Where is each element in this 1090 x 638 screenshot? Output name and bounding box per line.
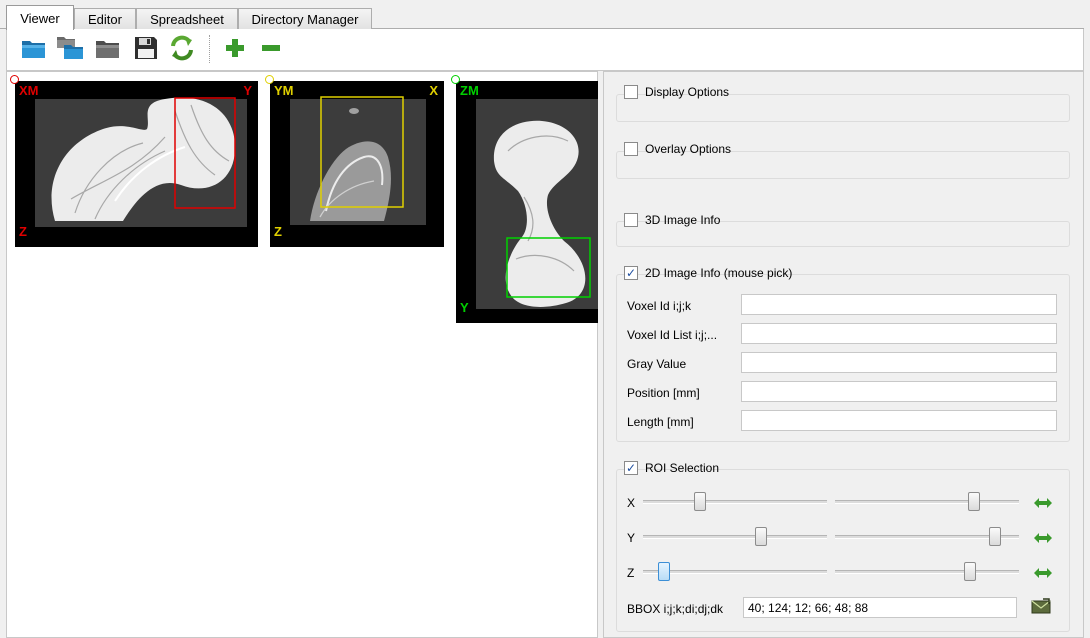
roi-z-low-track[interactable] bbox=[643, 570, 827, 574]
length-field[interactable] bbox=[741, 410, 1057, 431]
z-view-label-top-left: ZM bbox=[460, 83, 479, 98]
overlay-options-label: Overlay Options bbox=[645, 142, 732, 156]
refresh-icon bbox=[171, 35, 193, 61]
roi-x-low-track[interactable] bbox=[643, 500, 827, 504]
position-field[interactable] bbox=[741, 381, 1057, 402]
options-panel: Display Options Overlay Options 3D Image… bbox=[603, 71, 1084, 638]
roi-selection-checkbox[interactable]: ✓ bbox=[624, 461, 638, 475]
save-button[interactable] bbox=[131, 33, 161, 63]
z-slice-image bbox=[456, 81, 598, 323]
x-slice-view[interactable]: XM Y Z bbox=[15, 81, 258, 247]
tab-directory-manager[interactable]: Directory Manager bbox=[238, 8, 372, 29]
open-folders-button[interactable] bbox=[55, 33, 85, 63]
image3d-info-header[interactable]: 3D Image Info bbox=[624, 213, 720, 227]
gray-value-field[interactable] bbox=[741, 352, 1057, 373]
tab-editor[interactable]: Editor bbox=[74, 8, 136, 29]
folder-open-icon bbox=[22, 41, 45, 58]
toolbar-separator bbox=[209, 35, 210, 63]
roi-y-label: Y bbox=[627, 531, 636, 545]
display-options-label: Display Options bbox=[645, 85, 730, 99]
y-view-label-bottom-left: Z bbox=[274, 224, 282, 239]
roi-y-high-handle[interactable] bbox=[989, 527, 1001, 546]
y-slice-view[interactable]: YM X Z bbox=[270, 81, 444, 247]
roi-selection-label: ROI Selection bbox=[645, 461, 720, 475]
roi-y-low-track[interactable] bbox=[643, 535, 827, 539]
gray-value-label: Gray Value bbox=[627, 357, 687, 371]
voxel-id-list-field[interactable] bbox=[741, 323, 1057, 344]
x-view-label-top-left: XM bbox=[19, 83, 39, 98]
roi-x-label: X bbox=[627, 496, 636, 510]
roi-z-label: Z bbox=[627, 566, 635, 580]
voxel-id-field[interactable] bbox=[741, 294, 1057, 315]
image2d-info-checkbox[interactable]: ✓ bbox=[624, 266, 638, 280]
tab-spreadsheet[interactable]: Spreadsheet bbox=[136, 8, 238, 29]
bbox-label: BBOX i;j;k;di;dj;dk bbox=[627, 602, 724, 616]
roi-selection-header[interactable]: ✓ ROI Selection bbox=[624, 461, 719, 475]
roi-z-high-handle[interactable] bbox=[964, 562, 976, 581]
image3d-info-label: 3D Image Info bbox=[645, 213, 721, 227]
apply-bbox-icon[interactable] bbox=[1031, 598, 1051, 614]
z-view-corner-marker bbox=[451, 75, 460, 84]
zoom-in-button[interactable] bbox=[220, 33, 250, 63]
tab-bar: Viewer Editor Spreadsheet Directory Mana… bbox=[0, 0, 1090, 30]
x-view-label-bottom-left: Z bbox=[19, 224, 27, 239]
viewer-pane: XM Y Z YM X Z ZM Y bbox=[6, 71, 598, 638]
image2d-info-label: 2D Image Info (mouse pick) bbox=[645, 266, 793, 280]
bbox-field[interactable]: 40; 124; 12; 66; 48; 88 bbox=[743, 597, 1017, 618]
plus-icon bbox=[226, 39, 244, 57]
refresh-button[interactable] bbox=[167, 33, 197, 63]
display-options-checkbox[interactable] bbox=[624, 85, 638, 99]
roi-x-low-handle[interactable] bbox=[694, 492, 706, 511]
roi-z-link-icon[interactable] bbox=[1033, 566, 1053, 580]
roi-z-low-handle[interactable] bbox=[658, 562, 670, 581]
y-view-corner-marker bbox=[265, 75, 274, 84]
y-slice-image bbox=[270, 81, 444, 247]
folder-gray-icon bbox=[96, 41, 119, 58]
image2d-info-group: Voxel Id i;j;k Voxel Id List i;j;... Gra… bbox=[616, 274, 1070, 442]
overlay-options-checkbox[interactable] bbox=[624, 142, 638, 156]
toolbar bbox=[6, 29, 1084, 71]
voxel-id-label: Voxel Id i;j;k bbox=[627, 299, 692, 313]
app-window: Viewer Editor Spreadsheet Directory Mana… bbox=[0, 0, 1090, 638]
save-icon bbox=[135, 37, 157, 59]
roi-x-high-track[interactable] bbox=[835, 500, 1019, 504]
roi-y-low-handle[interactable] bbox=[755, 527, 767, 546]
y-view-label-top-left: YM bbox=[274, 83, 294, 98]
roi-z-high-track[interactable] bbox=[835, 570, 1019, 574]
image3d-info-checkbox[interactable] bbox=[624, 213, 638, 227]
x-view-label-top-right: Y bbox=[243, 83, 252, 98]
roi-x-link-icon[interactable] bbox=[1033, 496, 1053, 510]
minus-icon bbox=[262, 45, 280, 51]
z-slice-view[interactable]: ZM Y bbox=[456, 81, 598, 323]
open-folder-button[interactable] bbox=[19, 33, 49, 63]
zoom-out-button[interactable] bbox=[256, 33, 286, 63]
z-view-label-bottom-left: Y bbox=[460, 300, 469, 315]
close-folder-button[interactable] bbox=[93, 33, 123, 63]
roi-selection-group: X Y Z BBOX i;j;k;di;dj;dk 40; 124; 12; 6… bbox=[616, 469, 1070, 632]
x-slice-image bbox=[15, 81, 258, 247]
roi-y-link-icon[interactable] bbox=[1033, 531, 1053, 545]
length-label: Length [mm] bbox=[627, 415, 694, 429]
overlay-options-header[interactable]: Overlay Options bbox=[624, 142, 731, 156]
tab-viewer[interactable]: Viewer bbox=[6, 5, 74, 30]
image2d-info-header[interactable]: ✓ 2D Image Info (mouse pick) bbox=[624, 266, 792, 280]
x-view-corner-marker bbox=[10, 75, 19, 84]
display-options-header[interactable]: Display Options bbox=[624, 85, 729, 99]
roi-x-high-handle[interactable] bbox=[968, 492, 980, 511]
y-view-label-top-right: X bbox=[429, 83, 438, 98]
position-label: Position [mm] bbox=[627, 386, 700, 400]
voxel-id-list-label: Voxel Id List i;j;... bbox=[627, 328, 718, 342]
folder-stack-icon bbox=[57, 37, 83, 59]
